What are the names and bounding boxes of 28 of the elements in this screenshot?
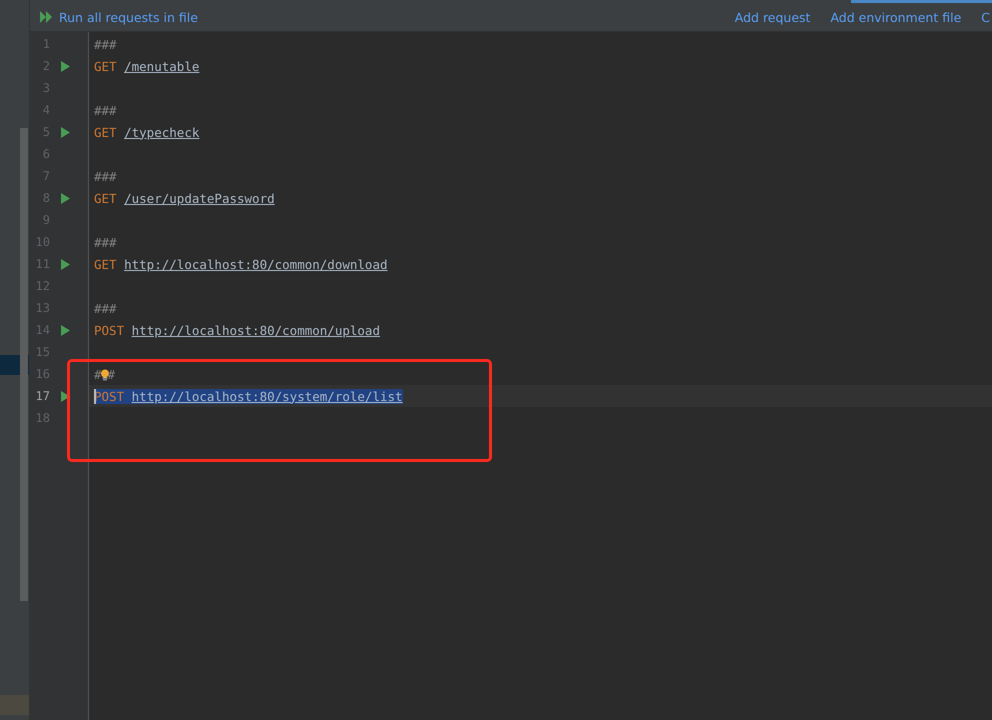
request-separator: ### xyxy=(94,102,117,118)
run-icon[interactable] xyxy=(61,126,70,138)
run-icon[interactable] xyxy=(61,60,70,72)
toolbar-link[interactable]: C xyxy=(981,10,990,24)
lightbulb-icon[interactable] xyxy=(100,368,109,382)
request-separator: # xyxy=(108,366,116,382)
request-separator: ### xyxy=(94,234,117,250)
panel-row-highlight xyxy=(0,695,29,715)
request-separator: ### xyxy=(94,36,117,52)
run-icon[interactable] xyxy=(61,192,70,204)
scrollbar-thumb[interactable] xyxy=(20,128,28,601)
request-separator: # xyxy=(94,366,102,382)
text-caret xyxy=(94,389,96,404)
request-line: GET /typecheck xyxy=(94,124,200,140)
double-play-icon xyxy=(40,11,54,23)
request-line: GET /menutable xyxy=(94,58,200,74)
request-line: POST http://localhost:80/common/upload xyxy=(94,322,380,338)
request-separator: ### xyxy=(94,168,117,184)
line-number: 17 xyxy=(34,389,50,403)
toolbar-link[interactable]: Add environment file xyxy=(830,10,962,24)
run-icon[interactable] xyxy=(61,324,70,336)
run-icon[interactable] xyxy=(61,258,70,270)
request-line: GET /user/updatePassword xyxy=(94,190,275,206)
run-all-requests-link[interactable]: Run all requests in file xyxy=(40,10,198,24)
toolbar-link[interactable]: Add request xyxy=(734,10,810,24)
run-icon[interactable] xyxy=(61,390,70,402)
request-separator: ### xyxy=(94,300,117,316)
request-line: GET http://localhost:80/common/download xyxy=(94,256,388,272)
